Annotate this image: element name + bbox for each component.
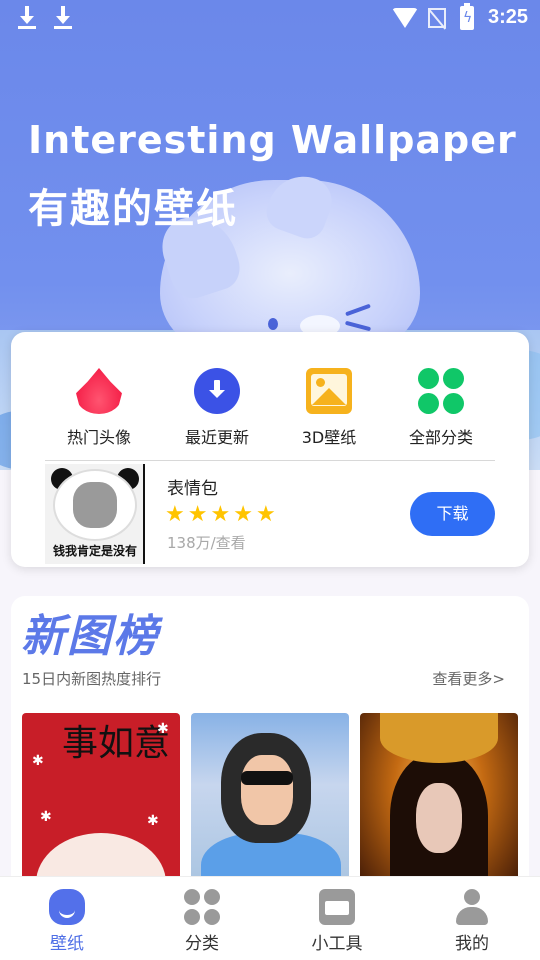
sticker-caption: 钱我肯定是没有: [52, 544, 137, 558]
panda-meme-face: [73, 482, 117, 528]
view-count: 138万/查看: [167, 534, 246, 552]
feature-hot-avatars[interactable]: 热门头像: [44, 368, 154, 448]
artwork-subject: [416, 783, 462, 853]
nav-tools[interactable]: 小工具: [287, 889, 387, 954]
cat-illustration-eye: [268, 318, 278, 330]
nav-label: 分类: [185, 934, 219, 954]
nav-mine[interactable]: 我的: [422, 889, 522, 954]
status-bar: ϟ 3:25: [0, 0, 540, 36]
wallpaper-text: 事如意: [62, 723, 171, 764]
feature-label: 最近更新: [184, 428, 249, 447]
nav-label: 小工具: [311, 934, 363, 954]
section-subtitle: 15日内新图热度排行: [22, 670, 162, 688]
wallpaper-thumbnail[interactable]: [360, 713, 518, 893]
battery-charging-icon: ϟ: [460, 3, 474, 30]
rating-stars: ★ ★ ★ ★ ★: [165, 502, 279, 527]
feature-label: 3D壁纸: [301, 428, 357, 447]
sticker-pack-name[interactable]: 表情包: [167, 474, 218, 499]
new-image-ranking: 新图榜 15日内新图热度排行 查看更多> 事如意 ✱ ✱ ✱ ✱: [11, 596, 529, 896]
download-button[interactable]: 下载: [410, 492, 495, 536]
feature-label: 全部分类: [408, 428, 473, 447]
feature-label: 热门头像: [66, 428, 131, 447]
star-icon: ★: [233, 502, 253, 527]
clover-grid-icon: [418, 368, 464, 414]
bottom-nav: 壁纸 分类 小工具 我的: [0, 876, 540, 960]
toolbox-icon: [319, 889, 355, 925]
image-icon: [306, 368, 352, 414]
wallpaper-thumbnail[interactable]: 事如意 ✱ ✱ ✱ ✱: [22, 713, 180, 893]
download-notification-icon: [54, 6, 72, 30]
star-icon: ★: [210, 502, 231, 527]
star-icon: ★: [165, 502, 185, 527]
nav-label: 壁纸: [50, 934, 84, 954]
user-icon: [454, 889, 490, 925]
banner-title-en: Interesting Wallpaper: [28, 118, 517, 162]
feature-3d-wallpaper[interactable]: 3D壁纸: [274, 368, 384, 448]
wifi-icon: [392, 8, 418, 28]
no-signal-icon: [428, 8, 446, 28]
wallpaper-home-icon: [49, 889, 85, 925]
banner-title-cn: 有趣的壁纸: [28, 186, 238, 232]
feature-card: 热门头像 最近更新 3D壁纸 全部分类 钱我肯定是没有 表情包 ★ ★ ★ ★ ★ 13…: [11, 332, 529, 567]
status-time: 3:25: [487, 6, 528, 28]
download-circle-icon: [194, 368, 240, 414]
photo-subject: [241, 771, 293, 785]
wallpaper-thumbnail[interactable]: [191, 713, 349, 893]
download-notification-icon: [18, 6, 36, 30]
divider: [45, 460, 495, 461]
nav-label: 我的: [455, 934, 489, 954]
grid-icon: [184, 889, 220, 925]
section-title: 新图榜: [21, 611, 159, 662]
feature-recent-updates[interactable]: 最近更新: [162, 368, 272, 448]
star-icon: ★: [255, 502, 276, 527]
photo-subject: [241, 755, 293, 825]
sticker-pack-thumbnail[interactable]: 钱我肯定是没有: [45, 464, 145, 564]
star-icon: ★: [187, 502, 208, 527]
nav-wallpaper[interactable]: 壁纸: [17, 889, 117, 954]
fire-icon: [76, 368, 122, 414]
feature-all-categories[interactable]: 全部分类: [386, 368, 496, 448]
view-more-link[interactable]: 查看更多>: [432, 668, 505, 689]
artwork-subject: [380, 713, 498, 763]
nav-categories[interactable]: 分类: [152, 889, 252, 954]
